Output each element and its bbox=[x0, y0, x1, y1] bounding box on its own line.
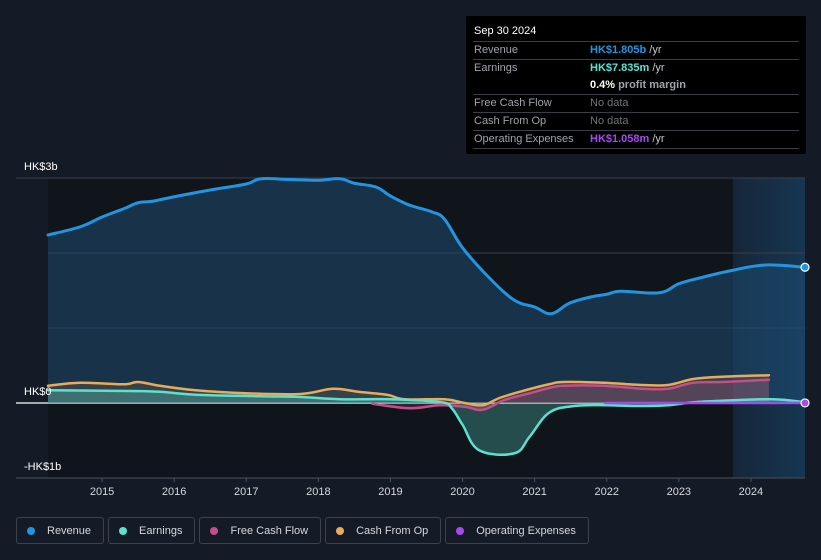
tooltip-label: Free Cash Flow bbox=[474, 97, 552, 109]
tooltip-value: HK$1.805b bbox=[590, 44, 647, 56]
legend-item-free-cash-flow[interactable]: Free Cash Flow bbox=[199, 517, 322, 544]
tooltip-value: No data bbox=[590, 97, 629, 109]
legend-item-cash-from-op[interactable]: Cash From Op bbox=[325, 517, 442, 544]
legend-item-revenue[interactable]: Revenue bbox=[16, 517, 105, 544]
tooltip-label: Cash From Op bbox=[474, 115, 547, 127]
tooltip-label: Earnings bbox=[474, 62, 518, 74]
x-tick-label: 2022 bbox=[594, 486, 618, 498]
x-tick-label: 2023 bbox=[667, 486, 691, 498]
tooltip-value: No data bbox=[590, 115, 629, 127]
legend-label: Revenue bbox=[47, 524, 92, 537]
revenue-endpoint-marker bbox=[800, 262, 810, 272]
tooltip-unit: profit margin bbox=[618, 79, 686, 91]
tooltip-panel: Sep 30 2024 Revenue HK$1.805b /yr Earnin… bbox=[466, 16, 806, 154]
tooltip-date: Sep 30 2024 bbox=[473, 24, 799, 42]
legend: Revenue Earnings Free Cash Flow Cash Fro… bbox=[16, 517, 589, 544]
tooltip-unit: /yr bbox=[649, 44, 662, 56]
tooltip-value: 0.4% bbox=[590, 79, 616, 91]
legend-label: Operating Expenses bbox=[476, 524, 576, 537]
tooltip-row-profit-margin: 0.4% profit margin bbox=[473, 77, 799, 95]
x-tick-label: 2024 bbox=[739, 486, 763, 498]
tooltip-unit: /yr bbox=[652, 62, 665, 74]
operating-expenses-dot-icon bbox=[456, 526, 465, 535]
tooltip-label: Operating Expenses bbox=[474, 133, 574, 145]
tooltip-row-operating-expenses: Operating Expenses HK$1.058m /yr bbox=[473, 131, 799, 149]
legend-label: Free Cash Flow bbox=[230, 524, 309, 537]
revenue-dot-icon bbox=[27, 526, 35, 535]
y-axis-label: HK$3b bbox=[24, 161, 58, 173]
y-axis-label: HK$0 bbox=[24, 386, 52, 398]
tooltip-value: HK$1.058m bbox=[590, 133, 650, 145]
cash-from-op-dot-icon bbox=[336, 526, 345, 535]
tooltip-value: HK$7.835m bbox=[590, 62, 650, 74]
x-tick-label: 2021 bbox=[522, 486, 546, 498]
x-tick-label: 2019 bbox=[378, 486, 402, 498]
tooltip-row-cash-from-op: Cash From Op No data bbox=[473, 113, 799, 131]
legend-label: Cash From Op bbox=[356, 524, 429, 537]
x-tick-label: 2017 bbox=[234, 486, 258, 498]
tooltip-label bbox=[474, 77, 590, 94]
free-cash-flow-dot-icon bbox=[210, 526, 219, 535]
legend-item-operating-expenses[interactable]: Operating Expenses bbox=[445, 517, 589, 544]
tooltip-row-free-cash-flow: Free Cash Flow No data bbox=[473, 95, 799, 113]
y-axis-label: -HK$1b bbox=[24, 461, 61, 473]
legend-item-earnings[interactable]: Earnings bbox=[108, 517, 196, 544]
operating-expenses-endpoint-marker bbox=[800, 398, 810, 408]
x-tick-label: 2015 bbox=[90, 486, 114, 498]
x-tick-label: 2018 bbox=[306, 486, 330, 498]
tooltip-unit: /yr bbox=[652, 133, 665, 145]
x-tick-label: 2016 bbox=[162, 486, 186, 498]
tooltip-row-revenue: Revenue HK$1.805b /yr bbox=[473, 42, 799, 60]
tooltip-row-earnings: Earnings HK$7.835m /yr bbox=[473, 60, 799, 77]
x-axis: 2015 2016 2017 2018 2019 2020 2021 2022 2023 2024 bbox=[16, 477, 805, 498]
legend-label: Earnings bbox=[139, 524, 183, 537]
x-tick-label: 2020 bbox=[450, 486, 474, 498]
earnings-dot-icon bbox=[119, 526, 128, 535]
tooltip-label: Revenue bbox=[474, 44, 519, 56]
